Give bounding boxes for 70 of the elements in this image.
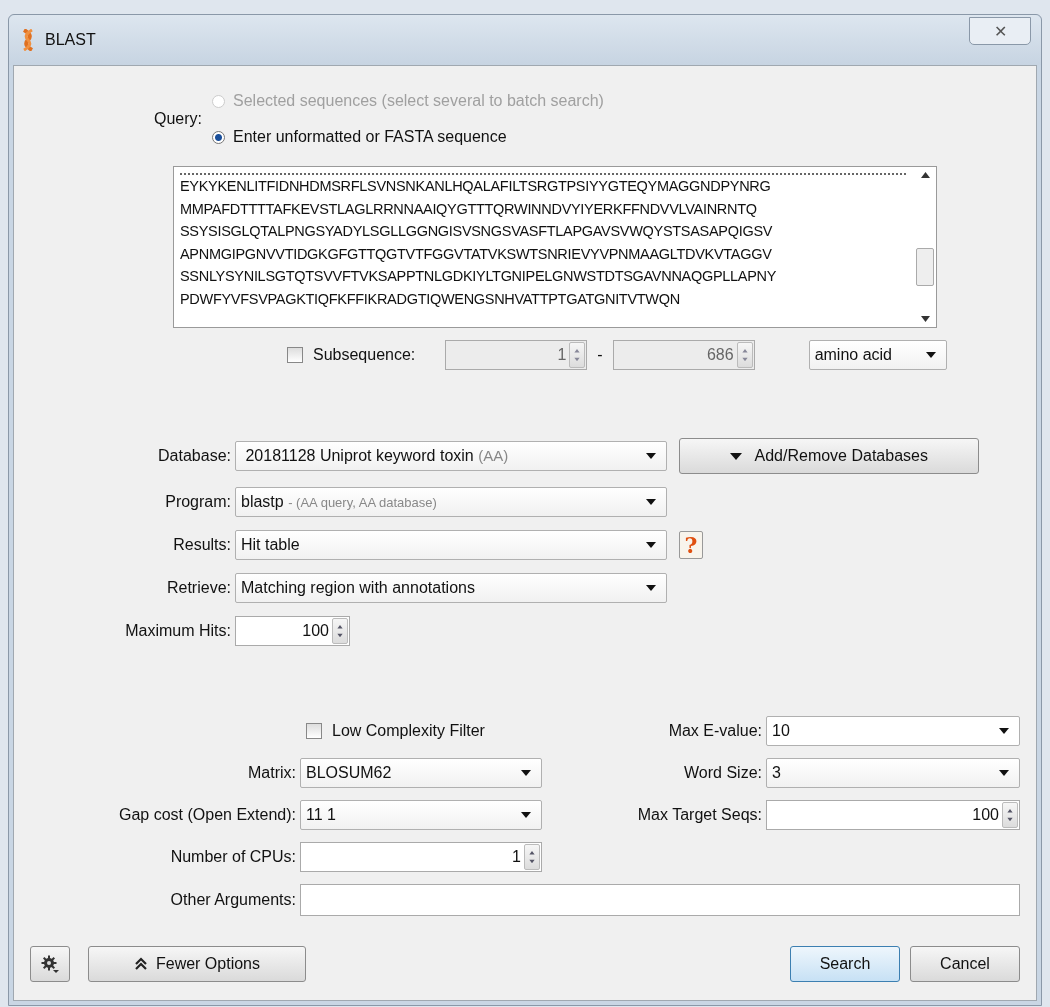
window-title: BLAST (45, 31, 96, 49)
dna-icon (21, 29, 35, 51)
word-size-dropdown[interactable]: 3 (766, 758, 1020, 788)
database-label: Database: (157, 447, 231, 465)
sequence-line: SSYSISGLQTALPNGSYADYLSGLLGGNGISVSNGSVASFTLAPGAVSVWQYSTSASAPQIGSV (180, 222, 774, 241)
max-target-seqs-label: Max Target Seqs: (636, 806, 762, 824)
retrieve-dropdown[interactable]: Matching region with annotations (235, 573, 667, 603)
max-evalue-label: Max E-value: (667, 722, 762, 740)
results-label: Results: (172, 536, 231, 554)
caret-icon (999, 770, 1009, 776)
program-dropdown[interactable]: blastp - (AA query, AA database) (235, 487, 667, 517)
close-button[interactable]: ✕ (969, 17, 1031, 45)
fewer-options-button[interactable]: Fewer Options (88, 946, 306, 982)
word-size-label: Word Size: (683, 764, 762, 782)
matrix-dropdown[interactable]: BLOSUM62 (300, 758, 542, 788)
retrieve-label: Retrieve: (165, 579, 231, 597)
gap-cost-dropdown[interactable]: 11 1 (300, 800, 542, 830)
number-of-cpus-field[interactable]: 1 (300, 842, 542, 872)
database-dropdown[interactable]: 20181128 Uniprot keyword toxin (AA) (235, 441, 667, 471)
double-chevron-up-icon (133, 957, 148, 971)
spinner-arrows-icon[interactable] (332, 618, 348, 644)
sequence-line: PDWFYVFSVPAGKTIQFKFFIKRADGTIQWENGSNHVATTPTGATGNITVTWQN (180, 289, 681, 309)
spin-field[interactable]: 686 (612, 340, 755, 370)
max-evalue-dropdown[interactable]: 10 (766, 716, 1020, 746)
other-arguments-label: Other Arguments: (169, 891, 296, 909)
caret-icon (925, 352, 936, 358)
caret-icon (521, 770, 531, 776)
spinner-arrows-icon[interactable] (736, 342, 753, 368)
search-button[interactable]: Search (790, 946, 900, 982)
caret-icon (999, 728, 1009, 734)
radio-option[interactable]: Enter unformatted or FASTA sequence (212, 128, 604, 146)
checkbox[interactable] (287, 347, 303, 363)
help-button[interactable]: ? (679, 531, 703, 559)
query-label: Query: (153, 110, 203, 128)
spinner-arrows-icon[interactable] (524, 844, 540, 870)
add-remove-databases-button[interactable]: Add/Remove Databases (679, 438, 979, 474)
caret-icon (646, 585, 656, 591)
dash-label: - (597, 346, 603, 364)
subsequence-label: Subsequence: (313, 346, 416, 364)
maximum-hits-field[interactable]: 100 (235, 616, 350, 646)
sequence-line: MMPAFDTTTTAFKEVSTLAGLRRNNAAIQYGTTTQRWINNDVYIYERKFFNDVVLVAINRNTQ (180, 199, 758, 219)
low-complexity-label: Low Complexity Filter (332, 722, 485, 740)
gap-cost-label: Gap cost (Open Extend): (118, 806, 296, 824)
sequence-line: EYKYKENLITFIDNHDMSRFLSVNSNKANLHQALAFILTSRGTPSIYYGTEQYMAGGNDPYNRG (180, 177, 772, 196)
maximum-hits-label: Maximum Hits: (124, 622, 231, 640)
spinner-arrows-icon[interactable] (569, 342, 586, 368)
spin-field[interactable]: 1 (445, 340, 588, 370)
caret-icon (730, 452, 743, 460)
number-of-cpus-label: Number of CPUs: (169, 848, 296, 866)
settings-icon (41, 955, 59, 973)
other-arguments-field[interactable] (300, 884, 1020, 916)
settings-button[interactable] (30, 946, 70, 982)
checkbox[interactable] (306, 723, 322, 739)
caret-icon (646, 453, 656, 459)
spinner-arrows-icon[interactable] (1002, 802, 1018, 828)
scroll-down-icon[interactable] (920, 316, 930, 322)
scroll-up-icon[interactable] (920, 172, 930, 178)
program-label: Program: (164, 493, 231, 511)
sequence-line: APNMGIPGNVVTIDGKGFGTTQGTVTFGGVTATVKSWTSNRIEVYVPNMAAGLTDVKVTAGGV (180, 244, 773, 264)
max-target-seqs-field[interactable]: 100 (766, 800, 1020, 830)
matrix-label: Matrix: (247, 764, 296, 782)
caret-icon (646, 542, 656, 548)
caret-icon (646, 499, 656, 505)
results-dropdown[interactable]: Hit table (235, 530, 667, 560)
scroll-thumb[interactable] (916, 248, 934, 286)
cancel-button[interactable]: Cancel (910, 946, 1020, 982)
sequence-line: SSNLYSYNILSGTQTSVVFTVKSAPPTNLGDKIYLTGNIPELGNWSTDTSGAVNNAQGPLLAPNY (180, 267, 778, 286)
caret-icon (521, 812, 531, 818)
sequence-type-dropdown[interactable]: amino acid (808, 340, 947, 370)
sequence-field[interactable] (173, 166, 937, 328)
